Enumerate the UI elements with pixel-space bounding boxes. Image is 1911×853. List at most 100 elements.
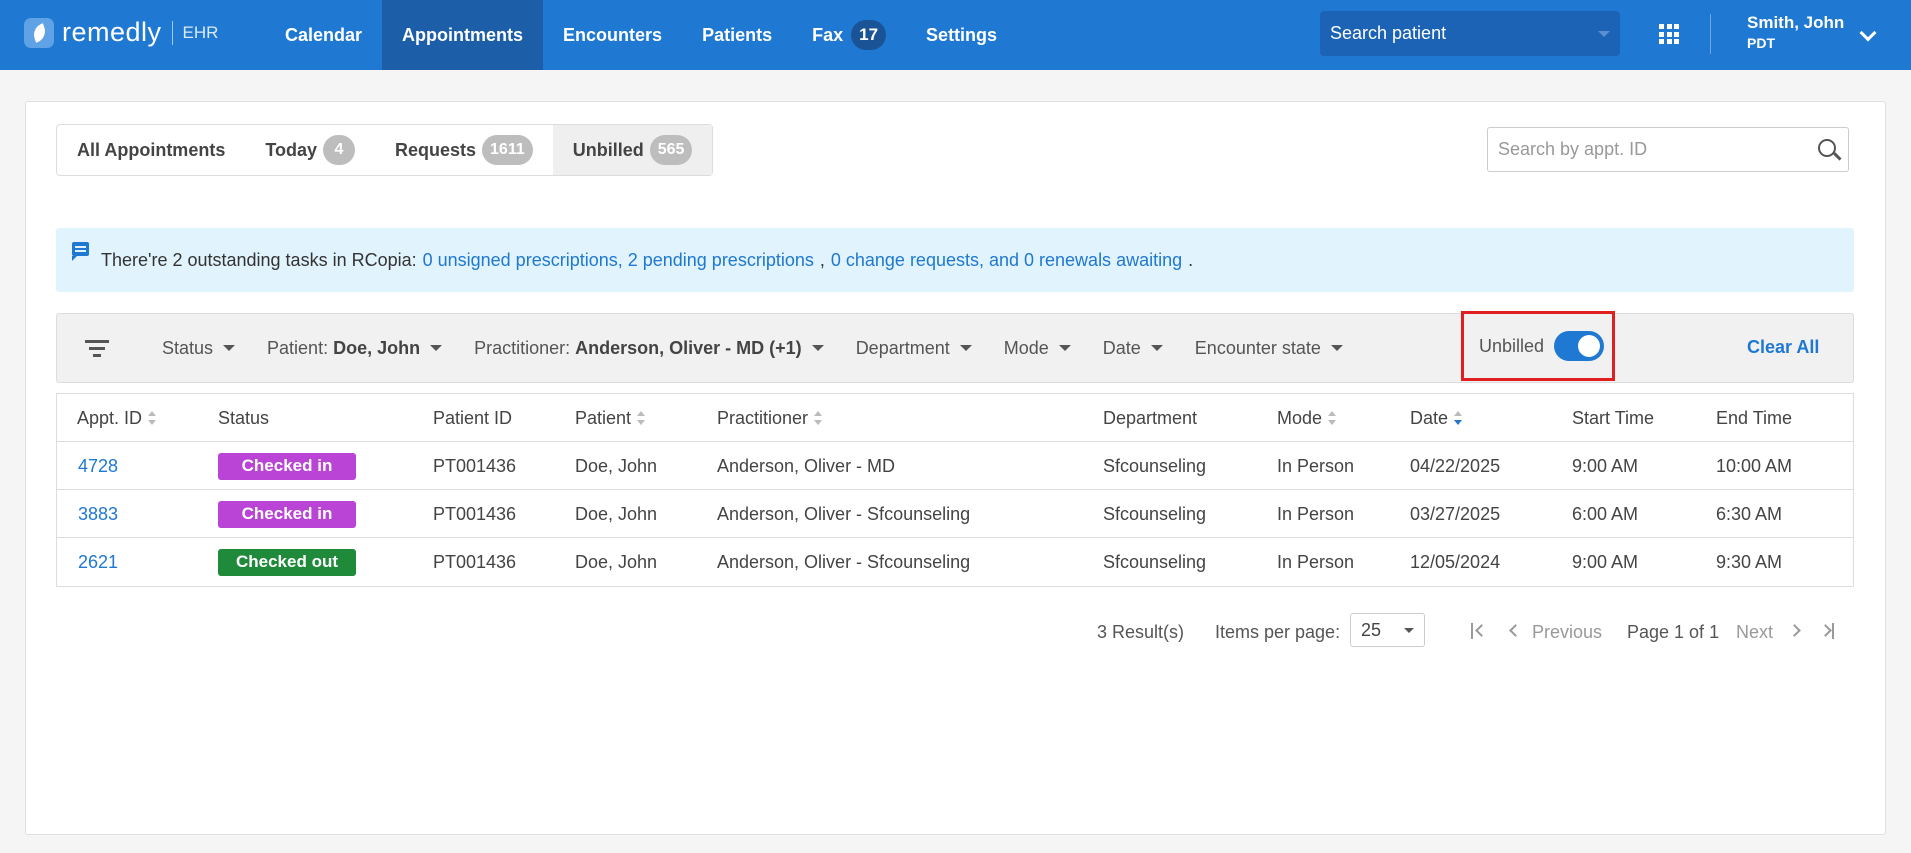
chevron-right-icon[interactable]: [1788, 622, 1804, 640]
rcopia-banner: There're 2 outstanding tasks in RCopia: …: [56, 228, 1854, 292]
requests-link[interactable]: 0 change requests, and 0 renewals awaiti…: [831, 250, 1182, 271]
prescriptions-link[interactable]: 0 unsigned prescriptions, 2 pending pres…: [423, 250, 814, 271]
remedly-logo[interactable]: remedly EHR: [24, 17, 218, 48]
date-cell: 03/27/2025: [1410, 503, 1501, 524]
chevron-left-icon[interactable]: [1507, 622, 1522, 640]
filter-status[interactable]: Status: [146, 338, 251, 359]
leaf-icon: [24, 17, 54, 48]
chevron-down-icon[interactable]: [1859, 24, 1877, 42]
nav-patients[interactable]: Patients: [682, 0, 792, 70]
search-icon[interactable]: [1818, 139, 1836, 157]
brand-name: remedly: [62, 17, 162, 47]
filter-patient[interactable]: Patient: Doe, John: [251, 338, 458, 359]
table-row[interactable]: 2621 Checked out PT001436 Doe, John Ande…: [57, 538, 1853, 586]
patient-cell: Doe, John: [575, 551, 658, 572]
items-per-page-select[interactable]: 25: [1350, 613, 1425, 647]
filter-label: Patient:: [267, 337, 329, 358]
table-row[interactable]: 4728 Checked in PT001436 Doe, John Ander…: [57, 442, 1853, 490]
patient-search-select[interactable]: Search patient: [1320, 11, 1620, 56]
results-count: 3 Result(s): [1097, 621, 1185, 642]
col-label: Mode: [1277, 407, 1323, 428]
appt-id-link[interactable]: 3883: [78, 490, 118, 538]
banner-comma: ,: [819, 249, 825, 270]
col-label: Practitioner: [717, 407, 809, 428]
status-badge: Checked out: [218, 548, 356, 576]
caret-down-icon: [223, 345, 236, 351]
filter-label: Encounter state: [1194, 337, 1321, 358]
col-label: Department: [1103, 407, 1198, 428]
tab-unbilled[interactable]: Unbilled 565: [552, 125, 713, 175]
col-label: Start Time: [1572, 407, 1655, 428]
filter-department[interactable]: Department: [840, 338, 988, 359]
col-mode[interactable]: Mode: [1277, 394, 1337, 442]
nav-appointments[interactable]: Appointments: [382, 0, 544, 70]
main-nav: Calendar Appointments Encounters Patient…: [265, 0, 1017, 70]
nav-divider: [1710, 14, 1711, 54]
sort-icon: [814, 411, 823, 425]
nav-calendar-label: Calendar: [285, 24, 363, 45]
end-time-cell: 10:00 AM: [1716, 455, 1793, 476]
nav-fax[interactable]: Fax 17: [792, 0, 906, 70]
sort-icon: [1328, 411, 1337, 425]
col-label: Appt. ID: [77, 407, 143, 428]
appt-id-search-placeholder: Search by appt. ID: [1498, 139, 1648, 159]
first-page-icon[interactable]: [1471, 622, 1488, 640]
appt-id-link[interactable]: 2621: [78, 538, 118, 586]
col-label: End Time: [1716, 407, 1793, 428]
banner-text: There're 2 outstanding tasks in RCopia:: [101, 249, 417, 270]
filter-value: Anderson, Oliver - MD (+1): [575, 337, 802, 358]
department-cell: Sfcounseling: [1103, 503, 1207, 524]
appt-id-search-input[interactable]: Search by appt. ID: [1487, 127, 1849, 172]
tab-all-appointments[interactable]: All Appointments: [57, 125, 245, 175]
caret-down-icon: [1404, 628, 1414, 633]
caret-down-icon: [430, 345, 443, 351]
table-header: Appt. ID Status Patient ID Patient Pract…: [57, 394, 1853, 442]
filter-label: Status: [162, 337, 214, 358]
brand-product: EHR: [182, 22, 219, 42]
unbilled-label: Unbilled: [1479, 335, 1545, 356]
col-patient[interactable]: Patient: [575, 394, 646, 442]
tab-today[interactable]: Today 4: [245, 125, 375, 175]
tab-requests[interactable]: Requests 1611: [375, 125, 553, 175]
nav-calendar[interactable]: Calendar: [265, 0, 382, 70]
banner-period: .: [1188, 249, 1194, 270]
filter-label: Mode: [1003, 337, 1049, 358]
nav-fax-label: Fax: [812, 24, 844, 45]
brand-divider: [171, 20, 173, 45]
col-appt-id[interactable]: Appt. ID: [77, 394, 157, 442]
filter-encounter-state[interactable]: Encounter state: [1179, 338, 1359, 359]
tab-label: All Appointments: [77, 139, 226, 160]
nav-settings-label: Settings: [926, 24, 998, 45]
grid-icon[interactable]: [1659, 24, 1679, 44]
caret-down-icon: [959, 345, 972, 351]
caret-down-icon: [1150, 345, 1163, 351]
start-time-cell: 9:00 AM: [1572, 551, 1639, 572]
filter-icon[interactable]: [85, 340, 109, 357]
filter-mode[interactable]: Mode: [988, 338, 1087, 359]
col-label: Status: [218, 407, 270, 428]
caret-down-icon: [1330, 345, 1343, 351]
items-per-page-value: 25: [1361, 619, 1382, 640]
last-page-icon[interactable]: [1819, 622, 1835, 640]
user-menu[interactable]: Smith, John PDT: [1747, 13, 1844, 51]
col-date[interactable]: Date: [1410, 394, 1463, 442]
nav-settings[interactable]: Settings: [906, 0, 1017, 70]
appointment-tabs: All Appointments Today 4 Requests 1611 Unb…: [56, 124, 714, 176]
next-button[interactable]: Next: [1736, 616, 1773, 648]
unbilled-toggle[interactable]: [1554, 331, 1605, 361]
col-practitioner[interactable]: Practitioner: [717, 394, 823, 442]
filter-date[interactable]: Date: [1087, 338, 1179, 359]
nav-encounters-label: Encounters: [563, 24, 663, 45]
status-badge: Checked in: [218, 452, 356, 480]
appt-id-link[interactable]: 4728: [78, 442, 118, 490]
tab-label: Unbilled: [572, 139, 644, 160]
fax-count-badge: 17: [851, 20, 887, 50]
clear-all-button[interactable]: Clear All: [1747, 337, 1819, 358]
nav-encounters[interactable]: Encounters: [543, 0, 682, 70]
previous-button[interactable]: Previous: [1532, 616, 1602, 648]
date-cell: 12/05/2024: [1410, 551, 1501, 572]
message-icon: [72, 242, 89, 261]
col-label: Date: [1410, 407, 1449, 428]
filter-practitioner[interactable]: Practitioner: Anderson, Oliver - MD (+1): [458, 338, 840, 359]
table-row[interactable]: 3883 Checked in PT001436 Doe, John Ander…: [57, 490, 1853, 538]
